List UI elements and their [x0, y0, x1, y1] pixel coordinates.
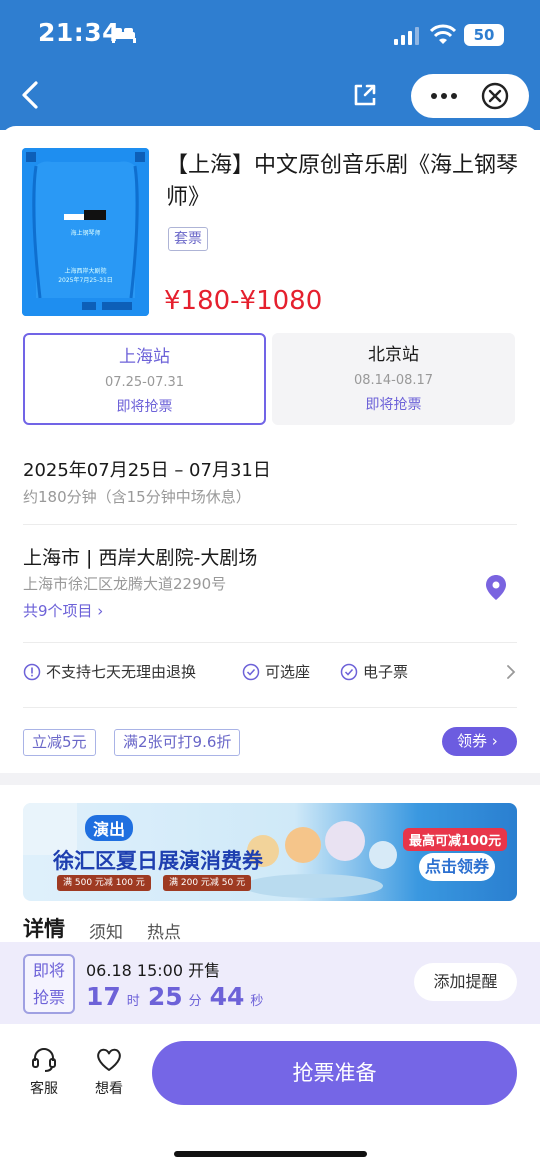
- countdown-seconds-unit: 秒: [250, 994, 264, 1009]
- policy-label: 电子票: [363, 663, 409, 681]
- poster-date-text: 2025年7月25-31日: [58, 277, 113, 284]
- policy-seat-select[interactable]: 可选座: [242, 661, 310, 682]
- show-poster[interactable]: 海上钢琴师 上海西岸大剧院 2025年7月25-31日: [22, 148, 149, 316]
- add-reminder-button[interactable]: 添加提醒: [414, 963, 517, 1001]
- station-name: 上海站: [119, 347, 170, 367]
- countdown-minutes-unit: 分: [188, 994, 202, 1009]
- check-circle-icon: [340, 663, 358, 680]
- sleep-mode-icon: [112, 28, 136, 43]
- cellular-signal-icon: [394, 27, 419, 45]
- want-to-see-button[interactable]: 想看: [84, 1044, 134, 1098]
- upcoming-sale-badge: 即将 抢票: [23, 954, 75, 1014]
- want-to-see-label: 想看: [95, 1081, 123, 1097]
- headset-icon: [32, 1048, 56, 1072]
- heart-icon: [97, 1048, 121, 1071]
- tab-hot[interactable]: 热点: [147, 918, 181, 943]
- chevron-right-icon[interactable]: [504, 663, 518, 681]
- divider: [23, 707, 517, 708]
- section-gap: [0, 773, 540, 785]
- banner-max-discount: 最高可减100元: [403, 828, 508, 851]
- banner-chip-2: 满 200 元减 50 元: [163, 875, 252, 891]
- venue-address[interactable]: 上海市徐汇区龙腾大道2290号: [23, 573, 226, 594]
- policy-label: 不支持七天无理由退换: [46, 663, 197, 681]
- station-beijing[interactable]: 北京站 08.14-08.17 即将抢票: [272, 333, 515, 425]
- customer-service-button[interactable]: 客服: [19, 1044, 69, 1098]
- policy-no-refund[interactable]: 不支持七天无理由退换: [23, 661, 196, 682]
- ticket-prepare-button[interactable]: 抢票准备: [152, 1041, 517, 1105]
- policy-label: 可选座: [265, 663, 311, 681]
- miniapp-capsule: [411, 74, 529, 118]
- countdown-minutes: 25: [147, 982, 183, 1011]
- price-range: ¥180-¥1080: [164, 286, 323, 316]
- back-arrow-icon[interactable]: [16, 78, 46, 112]
- divider: [23, 642, 517, 643]
- countdown: 17 时 25 分 44 秒: [86, 982, 271, 1011]
- badge-line-1: 即将: [32, 961, 65, 980]
- home-indicator: [174, 1151, 367, 1157]
- station-dates: 07.25-07.31: [104, 375, 185, 390]
- customer-service-label: 客服: [30, 1081, 58, 1097]
- wifi-icon: [430, 24, 456, 44]
- show-date-range: 2025年07月25日 – 07月31日: [23, 460, 271, 481]
- station-name: 北京站: [368, 345, 419, 365]
- sale-start-time: 06.18 15:00 开售: [86, 961, 221, 980]
- sale-countdown-bar: 即将 抢票 06.18 15:00 开售 17 时 25 分 44 秒 添加提醒: [0, 942, 540, 1024]
- venue-name[interactable]: 上海市 | 西岸大剧院-大剧场: [23, 543, 257, 570]
- poster-venue-text: 上海西岸大剧院: [64, 268, 107, 275]
- battery-level: 50: [464, 24, 504, 46]
- close-icon[interactable]: [481, 82, 509, 110]
- banner-title: 徐汇区夏日展演消费券: [53, 849, 263, 873]
- badge-line-2: 抢票: [32, 988, 65, 1007]
- countdown-seconds: 44: [209, 982, 245, 1011]
- policy-e-ticket[interactable]: 电子票: [340, 661, 408, 682]
- banner-cta-button[interactable]: 点击领券: [419, 853, 495, 881]
- more-options-icon[interactable]: [429, 86, 459, 106]
- consumption-voucher-banner[interactable]: 演出 徐汇区夏日展演消费券 满 500 元减 100 元 满 200 元减 50…: [23, 803, 517, 901]
- banner-tag: 演出: [85, 815, 134, 841]
- bottom-action-bar: 客服 想看 抢票准备: [0, 1024, 540, 1169]
- info-icon: [23, 663, 41, 680]
- banner-chip-1: 满 500 元减 100 元: [57, 875, 151, 891]
- station-dates: 08.14-08.17: [353, 373, 434, 388]
- location-pin-icon[interactable]: [484, 573, 508, 601]
- show-title: 【上海】中文原创音乐剧《海上钢琴师》: [166, 153, 519, 210]
- status-bar: 21:34 50: [0, 0, 540, 70]
- countdown-hours: 17: [86, 982, 121, 1011]
- poster-title-text: 海上钢琴师: [70, 230, 101, 237]
- countdown-hours-unit: 时: [126, 994, 140, 1009]
- content-tabs: 详情 须知 热点: [23, 913, 205, 943]
- check-circle-icon: [242, 663, 260, 680]
- promo-multi-ticket: 满2张可打9.6折: [114, 729, 241, 756]
- share-icon[interactable]: [350, 80, 380, 110]
- show-duration: 约180分钟（含15分钟中场休息）: [23, 488, 251, 506]
- station-status: 即将抢票: [116, 399, 173, 415]
- divider: [23, 524, 517, 525]
- tab-details[interactable]: 详情: [23, 913, 65, 943]
- promo-discount: 立减5元: [23, 729, 96, 756]
- get-coupon-button[interactable]: 领券 ›: [442, 727, 517, 756]
- venue-projects-link[interactable]: 共9个项目 ›: [23, 600, 103, 621]
- tab-notice[interactable]: 须知: [89, 918, 123, 943]
- station-shanghai[interactable]: 上海站 07.25-07.31 即将抢票: [23, 333, 266, 425]
- status-time: 21:34: [38, 18, 121, 47]
- station-status: 即将抢票: [365, 397, 422, 413]
- ticket-type-tag: 套票: [168, 227, 208, 251]
